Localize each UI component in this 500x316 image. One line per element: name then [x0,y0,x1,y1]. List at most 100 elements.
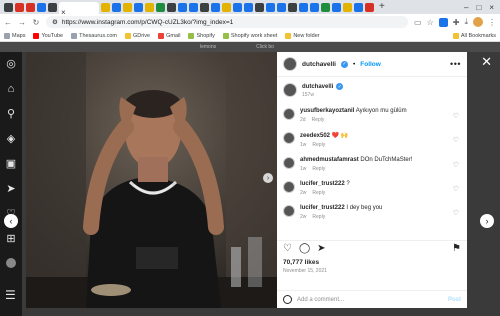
tab-favicon[interactable] [178,2,187,12]
tab-favicon[interactable] [332,2,341,12]
profile-avatar[interactable] [473,17,483,27]
tab-favicon[interactable] [255,2,264,12]
menu-kebab-icon[interactable]: ⋮ [488,18,496,27]
tab-favicon[interactable] [156,2,165,12]
tab-favicon[interactable] [200,2,209,12]
next-post-icon[interactable]: › [480,214,494,228]
reply-button[interactable]: Reply [312,142,325,148]
reels-icon[interactable]: ▣ [5,158,17,170]
profile-avatar-icon[interactable] [6,258,16,268]
bookmark-youtube[interactable]: YouTube [33,32,63,39]
back-icon[interactable]: ← [4,18,12,27]
reply-button[interactable]: Reply [312,190,325,196]
tab-favicon[interactable] [123,2,132,12]
tab-favicon[interactable] [48,2,57,12]
tab-favicon[interactable] [354,2,363,12]
comment-username[interactable]: ahmedmustafamrast [300,157,359,163]
bookmark-gmail[interactable]: Gmail [158,32,180,39]
like-comment-heart-icon[interactable]: ♡ [453,161,459,169]
all-bookmarks[interactable]: All Bookmarks [452,32,496,39]
tab-favicon[interactable] [299,2,308,12]
tab-favicon[interactable] [167,2,176,12]
close-window-button[interactable]: × [489,3,494,12]
bookmark-star-icon[interactable]: ☆ [427,18,434,27]
comment-avatar[interactable] [283,157,295,169]
post-photo[interactable]: › [26,52,277,308]
comment-username[interactable]: yusufberkayoztanil [300,108,354,114]
like-comment-heart-icon[interactable]: ♡ [453,185,459,193]
add-comment-input[interactable]: Add a comment... [297,297,344,303]
more-options-icon[interactable]: ••• [450,59,461,69]
new-tab-button[interactable]: + [379,2,385,12]
comment-avatar[interactable] [283,108,295,120]
tab-favicon[interactable] [321,2,330,12]
share-icon[interactable]: ➤ [317,243,325,254]
minimize-button[interactable]: – [464,3,468,12]
author-avatar[interactable] [283,83,297,97]
tab-favicon[interactable] [145,2,154,12]
tab-favicon[interactable] [277,2,286,12]
post-comment-button[interactable]: Post [448,297,461,303]
bookmark-thesaurus[interactable]: Thesaurus.com [71,32,117,39]
bookmark-maps[interactable]: Maps [4,32,25,39]
like-icon[interactable]: ♡ [283,243,292,254]
maximize-button[interactable]: □ [476,3,481,12]
like-comment-heart-icon[interactable]: ♡ [453,112,459,120]
tab-favicon[interactable] [4,2,13,12]
tab-active-instagram[interactable]: × [59,2,99,17]
bookmark-shopify[interactable]: Shopify [188,32,215,39]
more-menu-icon[interactable]: ☰ [5,288,16,302]
tab-favicon[interactable] [189,2,198,12]
caption-username[interactable]: dutchavelli [302,84,333,90]
save-bookmark-icon[interactable]: ⚑ [452,243,461,254]
explore-icon[interactable]: ◈ [5,133,17,145]
cast-icon[interactable]: ▭ [414,18,422,27]
tab-favicon[interactable] [266,2,275,12]
tab-favicon[interactable] [101,2,110,12]
likes-count[interactable]: 70,777 likes [283,259,319,266]
puzzle-icon[interactable]: ✚ [453,18,460,27]
download-icon[interactable]: ⤓ [464,17,468,27]
comment-icon[interactable]: ◯ [299,243,310,254]
home-icon[interactable]: ⌂ [5,83,17,95]
tab-favicon[interactable] [134,2,143,12]
close-icon[interactable]: ✕ [481,54,492,70]
author-avatar[interactable] [283,57,297,71]
instagram-logo-icon[interactable]: ◎ [5,58,17,70]
tab-favicon[interactable] [244,2,253,12]
extension-icon[interactable] [438,17,448,27]
tab-favicon[interactable] [343,2,352,12]
reply-button[interactable]: Reply [312,214,325,220]
tab-favicon[interactable] [288,2,297,12]
comment-username[interactable]: lucifer_trust222 [300,181,345,187]
emoji-icon[interactable] [283,295,292,304]
bookmark-shopify-sheet[interactable]: Shopify work sheet [222,32,277,39]
forward-icon[interactable]: → [18,18,26,27]
like-comment-heart-icon[interactable]: ♡ [453,136,459,144]
tab-favicon[interactable] [310,2,319,12]
messages-icon[interactable]: ➤ [5,183,17,195]
reply-button[interactable]: Reply [312,166,325,172]
reply-button[interactable]: Reply [312,117,325,123]
site-info-icon[interactable]: ⚙ [52,18,58,26]
create-icon[interactable]: ⊞ [5,233,17,245]
comment-avatar[interactable] [283,205,295,217]
comment-username[interactable]: lucifer_trust222 [300,205,345,211]
tab-favicon[interactable] [211,2,220,12]
bookmark-new-folder[interactable]: New folder [285,32,320,39]
tab-favicon[interactable] [15,2,24,12]
tab-favicon[interactable] [112,2,121,12]
tab-favicon[interactable] [365,2,374,12]
url-input[interactable]: ⚙ https://www.instagram.com/p/CWQ-cUZL3k… [46,16,409,28]
bookmark-gdrive[interactable]: GDrive [124,32,150,39]
tab-favicon[interactable] [233,2,242,12]
like-comment-heart-icon[interactable]: ♡ [453,209,459,217]
comment-avatar[interactable] [283,181,295,193]
comment-username[interactable]: zeedex502 [300,133,330,139]
next-image-icon[interactable]: › [263,173,273,183]
tab-favicon[interactable] [222,2,231,12]
follow-button[interactable]: Follow [360,61,381,68]
tab-favicon[interactable] [26,2,35,12]
previous-post-icon[interactable]: ‹ [4,214,18,228]
search-icon[interactable]: ⚲ [5,108,17,120]
